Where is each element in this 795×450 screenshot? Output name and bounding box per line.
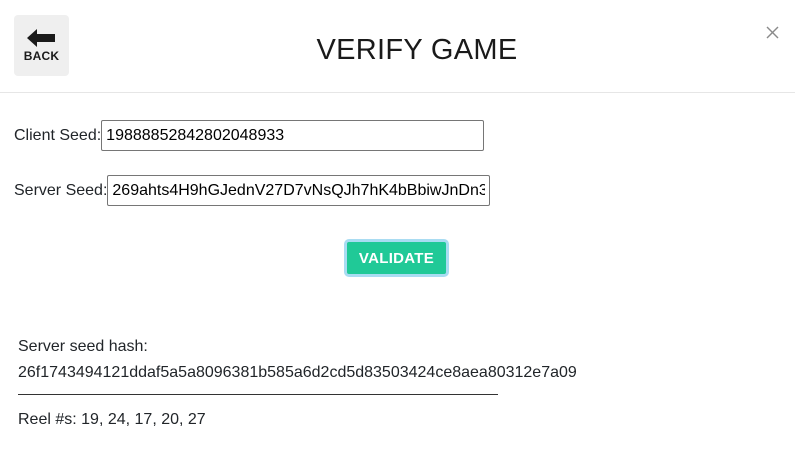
client-seed-input[interactable] bbox=[101, 120, 485, 151]
modal-header: BACK VERIFY GAME bbox=[0, 0, 795, 93]
validate-button[interactable]: VALIDATE bbox=[344, 239, 449, 277]
result-divider bbox=[18, 394, 498, 395]
client-seed-label: Client Seed: bbox=[14, 126, 102, 144]
close-button[interactable] bbox=[765, 25, 780, 40]
server-seed-input[interactable] bbox=[107, 175, 491, 206]
page-title: VERIFY GAME bbox=[316, 34, 518, 66]
server-seed-hash-label: Server seed hash: bbox=[18, 338, 148, 355]
client-seed-row: Client Seed: bbox=[14, 120, 485, 151]
server-seed-label: Server Seed: bbox=[14, 181, 108, 199]
server-seed-row: Server Seed: bbox=[14, 175, 491, 206]
reel-numbers: Reel #s: 19, 24, 17, 20, 27 bbox=[18, 411, 206, 428]
server-seed-hash-value: 26f1743494121ddaf5a5a8096381b585a6d2cd5d… bbox=[18, 364, 577, 381]
close-icon bbox=[766, 26, 779, 39]
